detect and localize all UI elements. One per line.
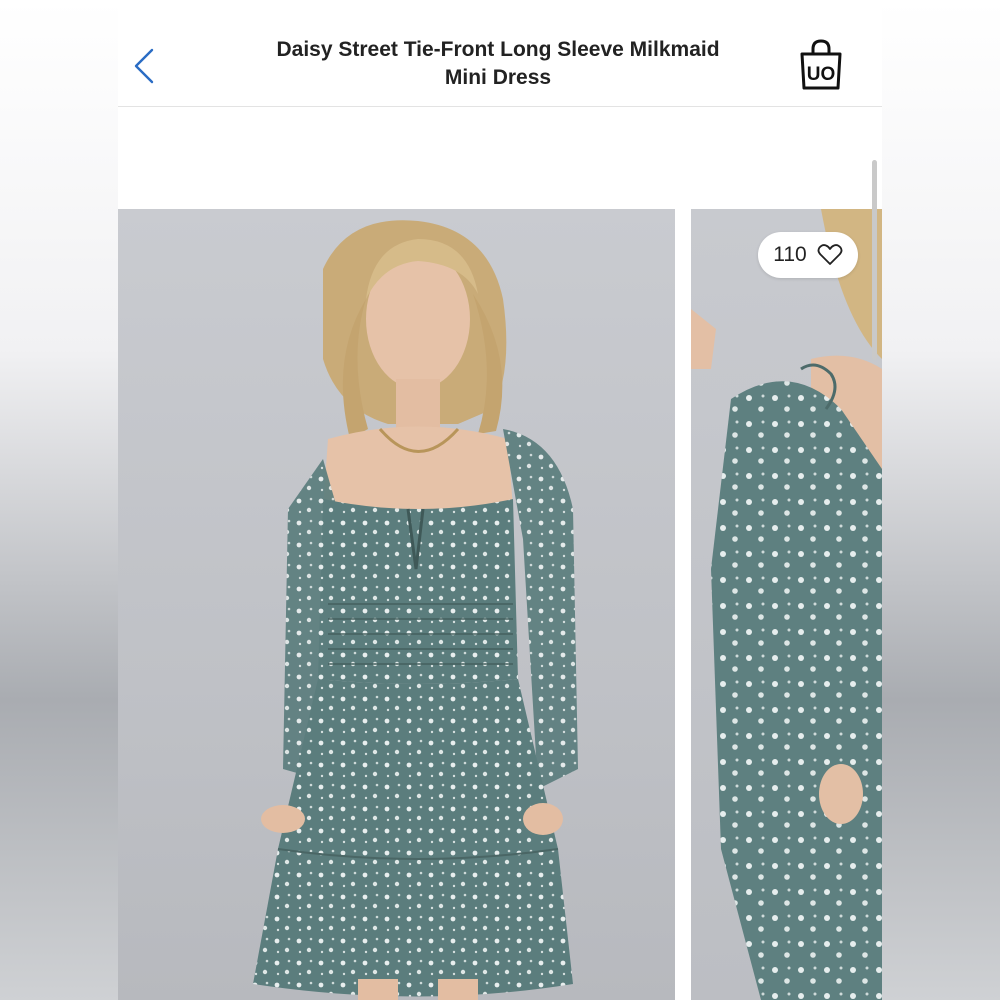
chevron-left-icon xyxy=(134,48,154,84)
heart-outline-icon xyxy=(817,244,843,265)
shopping-bag-icon: UO xyxy=(800,39,842,90)
page-title-line-1: Daisy Street Tie-Front Long Sleeve Milkm… xyxy=(276,38,720,61)
like-button[interactable]: 110 xyxy=(758,232,858,278)
shopping-bag-button[interactable]: UO xyxy=(798,38,844,92)
model-photo xyxy=(253,220,578,1000)
product-image-gallery[interactable] xyxy=(118,209,882,1000)
product-photo-detail[interactable] xyxy=(691,209,882,1000)
page-title-line-2: Mini Dress xyxy=(444,66,552,89)
product-photo-front[interactable] xyxy=(118,209,675,1000)
page-title: Daisy Street Tie-Front Long Sleeve Milkm… xyxy=(238,36,758,92)
top-navigation-bar: Daisy Street Tie-Front Long Sleeve Milkm… xyxy=(118,0,882,107)
bag-logo-label: UO xyxy=(807,64,836,85)
scrollbar[interactable] xyxy=(872,160,877,360)
product-screen: Daisy Street Tie-Front Long Sleeve Milkm… xyxy=(118,0,882,1000)
like-count: 110 xyxy=(773,243,807,266)
back-button[interactable] xyxy=(130,44,158,88)
model-detail-photo xyxy=(691,209,882,1000)
